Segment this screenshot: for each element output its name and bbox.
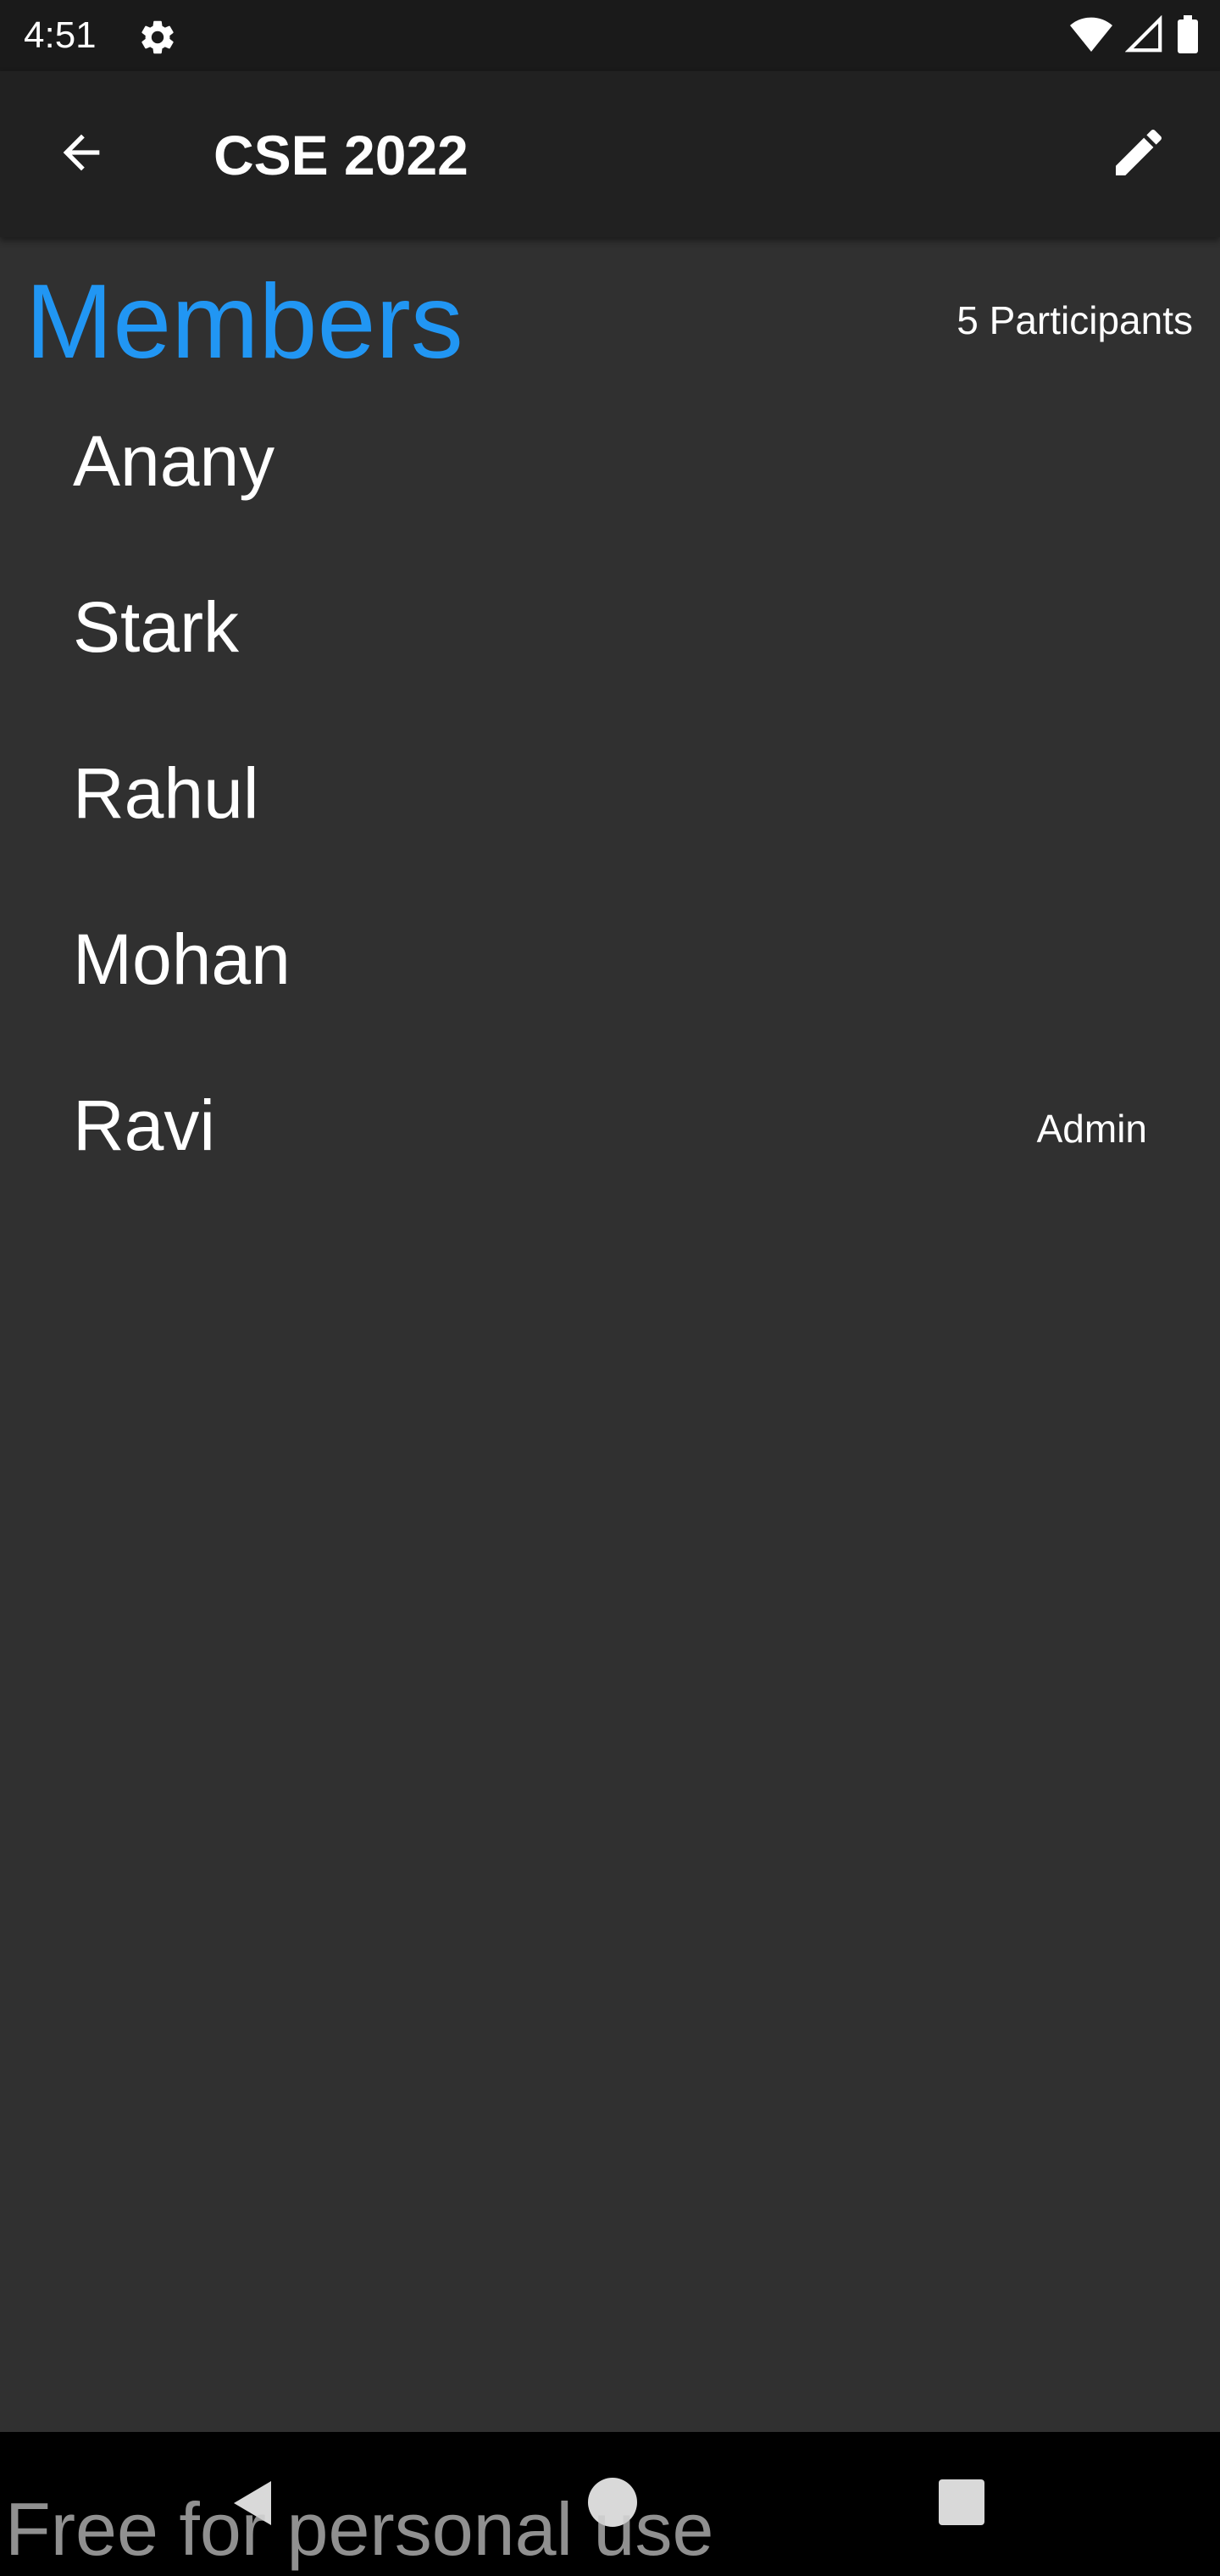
member-name: Ravi	[73, 1085, 216, 1165]
screen: 4:51 CSE 2022 Members 5 Participants Ana…	[0, 0, 1220, 2576]
member-row[interactable]: Mohan	[0, 897, 1220, 1063]
participant-count: 5 Participants	[957, 298, 1193, 342]
member-row[interactable]: Rahul	[0, 730, 1220, 897]
status-time: 4:51	[24, 14, 97, 56]
nav-back-icon[interactable]	[227, 2476, 281, 2530]
status-icons	[1069, 14, 1200, 59]
member-name: Rahul	[73, 753, 259, 833]
edit-button[interactable]	[1098, 114, 1179, 195]
admin-badge: Admin	[1036, 1107, 1147, 1151]
member-name: Anany	[73, 421, 275, 501]
page-title: CSE 2022	[214, 124, 469, 186]
pencil-edit-icon	[1108, 122, 1169, 187]
app-bar: CSE 2022	[0, 71, 1220, 237]
wifi-icon	[1069, 16, 1113, 58]
back-button[interactable]	[41, 114, 122, 195]
member-row[interactable]: Stark	[0, 564, 1220, 730]
member-row[interactable]: Anany	[0, 398, 1220, 564]
nav-recents-icon[interactable]	[939, 2479, 984, 2525]
member-list: Anany Stark Rahul Mohan Ravi Admin	[0, 398, 1220, 1229]
arrow-back-icon	[54, 125, 108, 184]
member-row[interactable]: Ravi Admin	[0, 1063, 1220, 1229]
system-nav-bar	[0, 2432, 1220, 2576]
status-bar: 4:51	[0, 0, 1220, 71]
nav-home-icon[interactable]	[588, 2478, 637, 2527]
members-heading: Members	[25, 264, 463, 380]
battery-icon	[1176, 14, 1200, 59]
settings-gear-icon	[137, 17, 178, 58]
member-name: Stark	[73, 587, 240, 667]
signal-icon	[1124, 14, 1164, 58]
member-name: Mohan	[73, 919, 291, 999]
